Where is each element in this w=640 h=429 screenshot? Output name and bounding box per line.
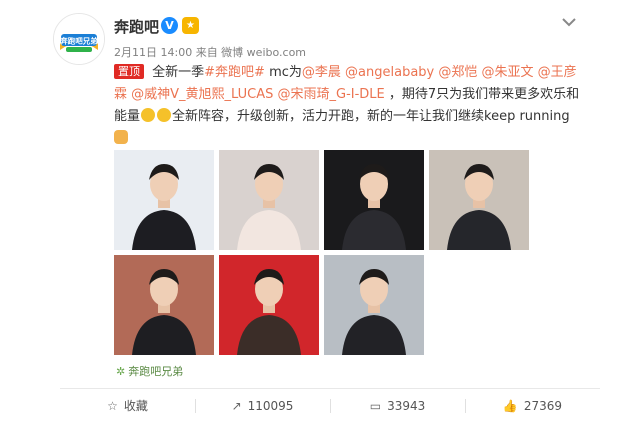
- muscle-emoji-icon: [114, 130, 128, 144]
- mention-link[interactable]: @郑恺: [434, 65, 477, 80]
- emoji-icon: [141, 108, 156, 122]
- share-button[interactable]: ↗ 110095: [195, 390, 330, 422]
- post-meta: 2月11日 14:00 来自 微博 weibo.com: [114, 46, 307, 59]
- verified-badge-icon: V: [161, 17, 178, 34]
- post-text: 置顶 全新一季#奔跑吧# mc为@李晨 @angelababy @郑恺 @朱亚文…: [114, 62, 584, 150]
- member-badge-icon: ★: [182, 17, 199, 34]
- photo-source-label: 奔跑吧兄弟: [128, 365, 184, 378]
- comment-count: 33943: [387, 399, 426, 413]
- like-count: 27369: [523, 399, 563, 413]
- weibo-post-card: 奔跑吧兄弟 奔跑吧 V ★ 2月11日 14:00 来自 微博 weibo.co…: [0, 0, 640, 429]
- chevron-down-icon[interactable]: [560, 15, 578, 29]
- post-text-segment: 全新一季: [152, 65, 205, 80]
- emoji-icon: [157, 108, 172, 122]
- photo-thumbnail[interactable]: [114, 150, 214, 250]
- share-icon: ↗: [231, 399, 242, 413]
- username[interactable]: 奔跑吧: [114, 16, 159, 37]
- comment-icon: ▭: [369, 399, 382, 413]
- mention-link[interactable]: @angelababy: [341, 65, 434, 80]
- photo-thumbnail[interactable]: [324, 255, 424, 355]
- mention-link[interactable]: @威神V_黄旭熙_LUCAS: [127, 87, 273, 102]
- mention-link[interactable]: @宋雨琦_G-I-DLE: [273, 87, 385, 102]
- photo-thumbnail[interactable]: [429, 150, 529, 250]
- like-button[interactable]: 👍 27369: [465, 390, 600, 422]
- photo-thumbnail[interactable]: [324, 150, 424, 250]
- hashtag-link[interactable]: #奔跑吧#: [204, 65, 265, 80]
- pinned-badge: 置顶: [114, 64, 144, 79]
- thumbs-up-icon: 👍: [502, 399, 518, 413]
- photo-source[interactable]: ✲ 奔跑吧兄弟: [116, 363, 183, 379]
- star-icon: ☆: [107, 399, 118, 413]
- post-text-segment: 全新阵容，升级创新，活力开跑，新的一年让我们继续keep running: [172, 109, 570, 124]
- favorite-label: 收藏: [123, 399, 148, 413]
- mention-link[interactable]: @朱亚文: [477, 65, 534, 80]
- share-count: 110095: [247, 399, 294, 413]
- comment-button[interactable]: ▭ 33943: [330, 390, 465, 422]
- leaf-icon: ✲: [116, 365, 126, 378]
- photo-thumbnail[interactable]: [219, 150, 319, 250]
- photo-thumbnail[interactable]: [114, 255, 214, 355]
- mention-link[interactable]: @李晨: [302, 65, 341, 80]
- avatar-logo-text: 奔跑吧兄弟: [59, 36, 98, 46]
- avatar[interactable]: 奔跑吧兄弟: [53, 13, 105, 65]
- divider: [60, 388, 600, 389]
- post-text-segment: mc为: [264, 65, 302, 80]
- favorite-button[interactable]: ☆ 收藏: [60, 390, 195, 422]
- photo-thumbnail[interactable]: [219, 255, 319, 355]
